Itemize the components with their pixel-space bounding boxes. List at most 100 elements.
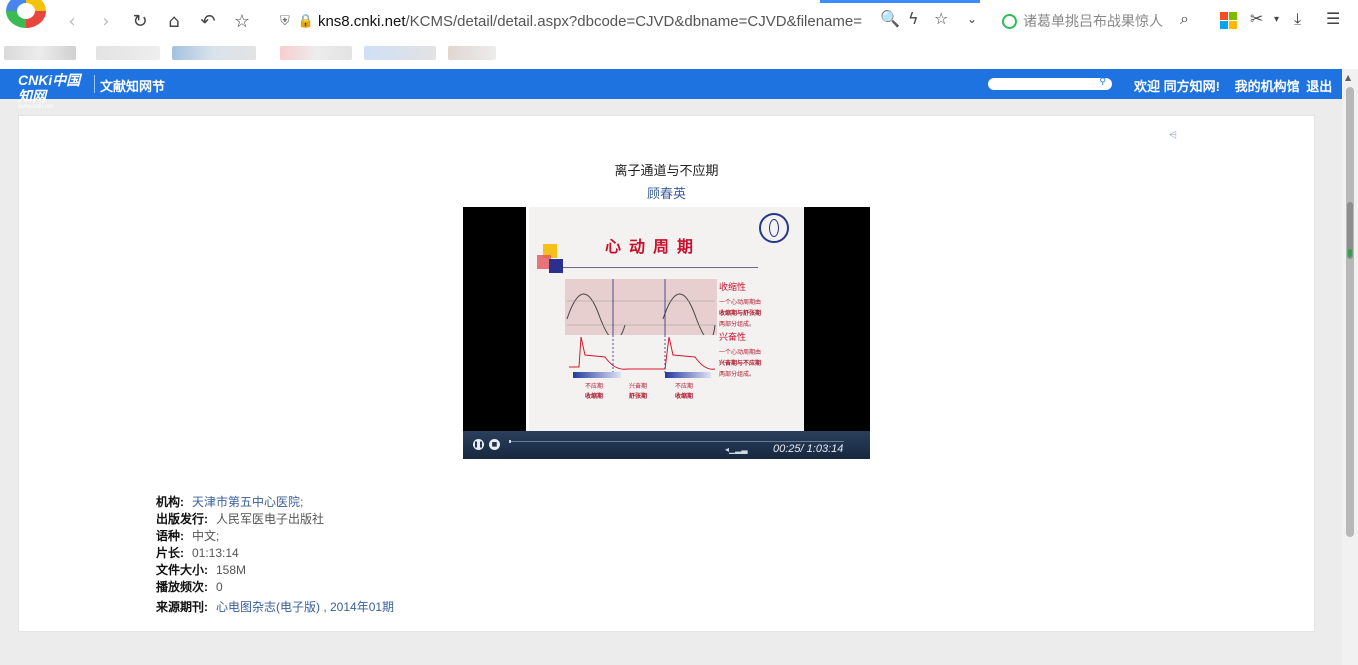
volume-icon[interactable]: ◂▁▂▃ xyxy=(725,445,747,454)
shield-icon: ⛨ xyxy=(280,13,290,29)
dropdown-chevron-icon[interactable]: ⌄ xyxy=(967,12,977,26)
pressure-curve-graphic xyxy=(566,279,716,341)
video-title: 离子通道与不应期 xyxy=(614,163,719,178)
download-icon[interactable]: ⤓ xyxy=(1294,9,1301,29)
search-icon[interactable]: ⌕ xyxy=(1180,9,1189,29)
slide-label: 舒张期 xyxy=(629,393,648,400)
slide-note-line: 一个心动周期由 xyxy=(719,349,762,356)
emblem-icon xyxy=(759,213,789,243)
seek-bar[interactable] xyxy=(509,440,844,443)
forward-icon[interactable]: › xyxy=(94,9,118,33)
meta-label: 出版发行: xyxy=(156,512,208,526)
scroll-up-icon[interactable]: ▲ xyxy=(1345,73,1351,82)
slide-label: 收缩期 xyxy=(675,393,694,400)
meta-label: 播放频次: xyxy=(156,580,208,594)
reload-icon[interactable]: ↻ xyxy=(128,9,152,33)
browser-search-input[interactable]: 诸葛单挑吕布战果惊人 xyxy=(998,9,1198,33)
slide-note-line: 两部分组成。 xyxy=(719,321,756,328)
browser-toolbar: ‹ › ↻ ⌂ ↶ ☆ ⛨ 🔒 kns8.cnki.net/KCMS/detai… xyxy=(0,0,1358,42)
home-icon[interactable]: ⌂ xyxy=(162,9,186,33)
current-time: 00:25 xyxy=(773,443,801,455)
back-icon[interactable]: ‹ xyxy=(60,9,84,33)
slide-label: 不应期 xyxy=(585,383,604,390)
url-path: /KCMS/detail/detail.aspx?dbcode=CJVD&dbn… xyxy=(405,12,863,30)
zoom-icon[interactable]: 🔍 xyxy=(880,9,900,28)
welcome-text: 欢迎 同方知网! xyxy=(1134,79,1220,94)
pressure-curve-chart xyxy=(565,279,717,341)
pause-icon[interactable]: ❚❚ xyxy=(473,439,484,450)
detail-card: ⩤ 离子通道与不应期 顾春英 心动周期 不应期 收缩期 兴奋期 舒张期 不应期 … xyxy=(18,115,1315,632)
video-frame: 心动周期 不应期 收缩期 兴奋期 舒张期 不应期 收缩期 收缩性 一个心动周期由… xyxy=(529,207,804,431)
apps-icon[interactable] xyxy=(1220,12,1237,29)
ecg-graphic xyxy=(569,335,716,375)
browser-search-placeholder: 诸葛单挑吕布战果惊人 xyxy=(1023,13,1163,29)
scroll-thumb[interactable] xyxy=(1346,87,1354,537)
slide-title: 心动周期 xyxy=(605,237,702,256)
duration: 1:03:14 xyxy=(806,443,844,455)
meta-label: 来源期刊: xyxy=(156,600,208,614)
size-value: 158M xyxy=(216,563,247,577)
video-author-link[interactable]: 顾春英 xyxy=(19,183,1314,202)
video-metadata: 机构: 天津市第五中心医院; 出版发行: 人民军医电子出版社 语种: 中文; 片长: 0… xyxy=(156,494,394,616)
slide-note-head: 兴奋性 xyxy=(719,333,747,343)
my-library-link[interactable]: 我的机构馆 xyxy=(1235,79,1300,94)
scissors-dropdown-icon[interactable]: ▾ xyxy=(1274,14,1279,25)
institution-link[interactable]: 天津市第五中心医院; xyxy=(192,495,303,509)
plays-value: 0 xyxy=(216,580,223,594)
scissors-icon[interactable]: ✂ xyxy=(1250,9,1263,28)
cnki-logo[interactable]: CNKi中国知网 www.cnki.net xyxy=(18,72,90,110)
meta-label: 机构: xyxy=(156,495,184,509)
stop-icon[interactable]: ■ xyxy=(489,439,500,450)
menu-icon[interactable]: ☰ xyxy=(1326,9,1340,28)
slide-note-line: 兴奋期与不应期 xyxy=(719,360,762,367)
phase-band xyxy=(665,372,711,378)
slide-note-line: 一个心动周期由 xyxy=(719,299,762,306)
meta-label: 语种: xyxy=(156,529,184,543)
header-search-input[interactable]: ⚲ xyxy=(988,77,1112,90)
lightning-icon[interactable]: ϟ xyxy=(908,9,919,28)
language-value: 中文; xyxy=(192,529,220,543)
meta-label: 文件大小: xyxy=(156,563,208,577)
browser-logo-icon[interactable] xyxy=(6,0,46,28)
logo-subtext: www.cnki.net xyxy=(18,104,54,110)
action-potential-chart xyxy=(565,335,717,375)
player-time: 00:25/ 1:03:14 xyxy=(773,443,844,455)
slide-label: 不应期 xyxy=(675,383,694,390)
video-player[interactable]: 心动周期 不应期 收缩期 兴奋期 舒张期 不应期 收缩期 收缩性 一个心动周期由… xyxy=(463,207,870,459)
decor-square xyxy=(549,259,563,273)
site-section-name[interactable]: 文献知网节 xyxy=(100,76,165,95)
scroll-position-marker xyxy=(1347,202,1353,259)
slide-note-head: 收缩性 xyxy=(719,283,747,293)
slide-label: 兴奋期 xyxy=(629,383,648,390)
search-icon[interactable]: ⚲ xyxy=(1099,77,1106,87)
share-icon[interactable]: ⩤ xyxy=(1169,130,1177,141)
bookmarks-bar xyxy=(0,42,1358,69)
undo-icon[interactable]: ↶ xyxy=(196,9,220,33)
length-value: 01:13:14 xyxy=(192,546,239,560)
bookmark-item[interactable] xyxy=(448,46,496,60)
meta-row-size: 文件大小: 158M xyxy=(156,562,394,579)
page-scrollbar[interactable]: ▲ xyxy=(1342,69,1358,665)
bookmark-item[interactable] xyxy=(172,46,256,60)
slide-note-line: 收缩期与舒张期 xyxy=(719,310,762,317)
slide-divider xyxy=(563,267,758,268)
search-engine-icon xyxy=(1002,13,1017,29)
logout-link[interactable]: 退出 xyxy=(1306,79,1332,94)
header-divider xyxy=(94,75,95,93)
bookmark-item[interactable] xyxy=(4,46,76,60)
site-header: CNKi中国知网 www.cnki.net 文献知网节 ⚲ 欢迎 同方知网! 我… xyxy=(0,69,1343,110)
publisher-value: 人民军医电子出版社 xyxy=(216,512,325,526)
url-host: kns8.cnki.net xyxy=(317,12,406,30)
header-links: 欢迎 同方知网! 我的机构馆 退出 xyxy=(1134,76,1343,95)
meta-row-plays: 播放频次: 0 xyxy=(156,579,394,596)
phase-band xyxy=(573,372,621,378)
player-controls: ❚❚ ■ ◂▁▂▃ 00:25/ 1:03:14 xyxy=(463,431,870,459)
source-journal-link[interactable]: 心电图杂志(电子版) , 2014年01期 xyxy=(216,600,394,614)
bookmark-item[interactable] xyxy=(364,46,436,60)
meta-label: 片长: xyxy=(156,546,184,560)
bookmark-star-icon[interactable]: ☆ xyxy=(230,9,254,33)
meta-row-length: 片长: 01:13:14 xyxy=(156,545,394,562)
bookmark-item[interactable] xyxy=(280,46,352,60)
bookmark-item[interactable] xyxy=(96,46,160,60)
favorite-star-icon[interactable]: ☆ xyxy=(934,9,948,28)
